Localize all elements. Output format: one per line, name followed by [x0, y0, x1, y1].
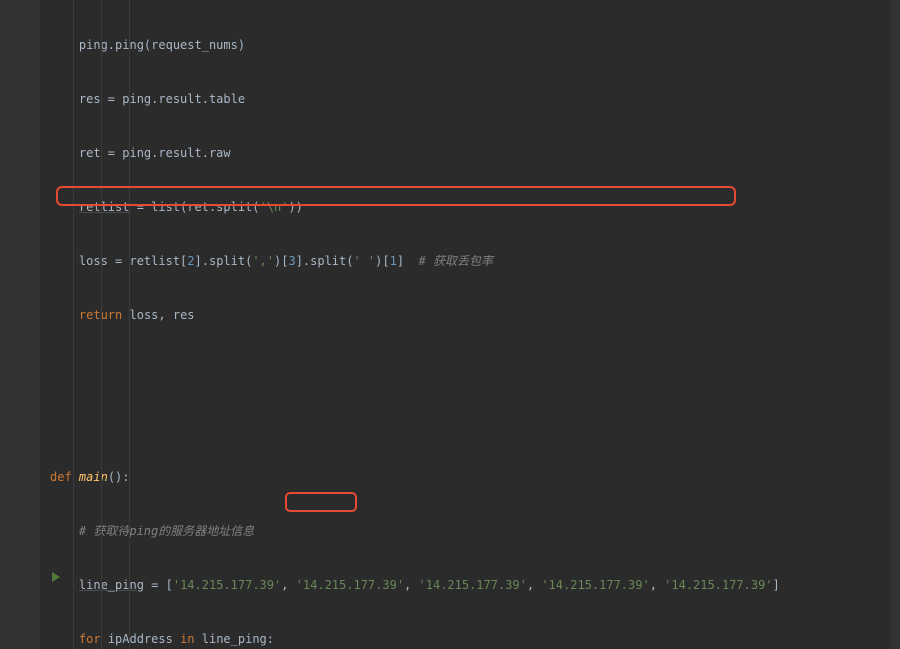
code-editor[interactable]: ▾ ▾ ▾ ▾ ▾ ▾ ▴ ping.ping(request_nums) re…	[0, 0, 900, 649]
vertical-scrollbar[interactable]	[890, 0, 900, 649]
line-gutter	[0, 0, 40, 649]
code-text: res = ping.result.table	[79, 92, 245, 106]
fold-gutter: ▾ ▾ ▾ ▾ ▾ ▾ ▴	[40, 0, 46, 649]
function-main: main	[79, 470, 108, 484]
code-text: retlist	[79, 200, 130, 214]
run-gutter-icon[interactable]	[52, 572, 60, 582]
code-area[interactable]: ping.ping(request_nums) res = ping.resul…	[46, 0, 900, 649]
code-text: ping.ping(request_nums)	[79, 38, 245, 52]
